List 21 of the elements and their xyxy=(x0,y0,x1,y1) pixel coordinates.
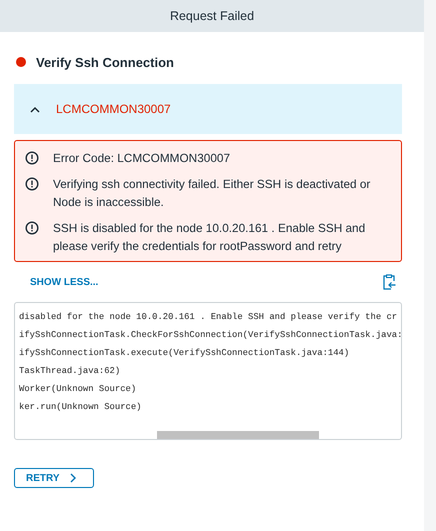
error-accordion-header[interactable]: LCMCOMMON30007 xyxy=(14,84,402,134)
retry-button[interactable]: RETRY xyxy=(14,468,94,488)
scrollbar-thumb[interactable] xyxy=(157,431,319,439)
error-message: SSH is disabled for the node 10.0.20.161 . Enable SSH and please verify the credentials for rootPassword and retry xyxy=(53,220,366,255)
clipboard-icon[interactable] xyxy=(382,274,396,290)
log-line: disabled for the node 10.0.20.161 . Enable SSH and please verify the cr xyxy=(19,311,398,324)
log-line: TaskThread.java:62) xyxy=(19,365,122,378)
log-line: Worker(Unknown Source) xyxy=(19,383,138,396)
chevron-right-icon xyxy=(70,473,76,483)
caret-icon xyxy=(30,106,40,112)
task-name: Verify Ssh Connection xyxy=(36,54,174,70)
log-line: ker.run(Unknown Source) xyxy=(19,401,142,414)
error-message: Error Code: LCMCOMMON30007 xyxy=(53,150,230,167)
alert-icon xyxy=(25,221,39,235)
show-less-link[interactable]: SHOW LESS... xyxy=(30,276,98,288)
alert-icon xyxy=(25,151,39,165)
error-message: Verifying ssh connectivity failed. Either SSH is deactivated or Node is inaccessible. xyxy=(53,176,372,211)
alert-icon xyxy=(25,177,39,191)
log-line: ifySshConnectionTask.execute(VerifySshConnectionTask.java:144) xyxy=(19,347,350,360)
log-line: ifySshConnectionTask.CheckForSshConnection(VerifySshConnectionTask.java: xyxy=(19,329,401,342)
dialog-title: Request Failed xyxy=(0,0,424,32)
